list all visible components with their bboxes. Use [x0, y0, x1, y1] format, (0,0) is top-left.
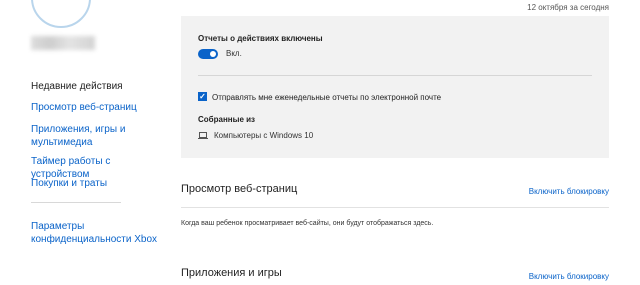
sidebar-item-xbox-privacy[interactable]: Параметры конфиденциальности Xbox: [31, 220, 157, 246]
device-label: Компьютеры с Windows 10: [214, 131, 314, 140]
sidebar-item-purchases[interactable]: Покупки и траты: [31, 177, 107, 190]
toggle-label: Вкл.: [226, 49, 242, 58]
section-divider: [181, 207, 609, 208]
activity-reporting-toggle[interactable]: [198, 49, 218, 59]
avatar-face-icon: [49, 0, 75, 16]
panel-divider: [198, 75, 592, 76]
collected-from-title: Собранные из: [198, 115, 256, 124]
weekly-email-label: Отправлять мне еженедельные отчеты по эл…: [212, 93, 442, 102]
report-date: 12 октября за сегодня: [527, 3, 609, 12]
reports-on-title: Отчеты о действиях включены: [198, 34, 323, 43]
sidebar-divider: [31, 202, 121, 203]
enable-blocking-web-link[interactable]: Включить блокировку: [529, 187, 609, 196]
toggle-knob: [210, 51, 216, 57]
sidebar-item-web-browsing[interactable]: Просмотр веб-страниц: [31, 101, 137, 114]
laptop-icon: [198, 132, 208, 139]
activity-reporting-panel: Отчеты о действиях включены Вкл. ✓ Отпра…: [181, 16, 609, 158]
sidebar-item-recent-activity[interactable]: Недавние действия: [31, 80, 123, 93]
avatar: [31, 0, 91, 28]
web-browsing-description: Когда ваш ребенок просматривает веб-сайт…: [181, 220, 434, 227]
section-title-apps-games: Приложения и игры: [181, 267, 282, 279]
weekly-email-checkbox[interactable]: ✓: [198, 92, 207, 101]
sidebar-item-apps-games-media[interactable]: Приложения, игры и мультимедиа: [31, 123, 125, 149]
blurred-user-name: [31, 36, 95, 50]
section-title-web-browsing: Просмотр веб-страниц: [181, 183, 298, 195]
enable-blocking-apps-link[interactable]: Включить блокировку: [529, 272, 609, 281]
